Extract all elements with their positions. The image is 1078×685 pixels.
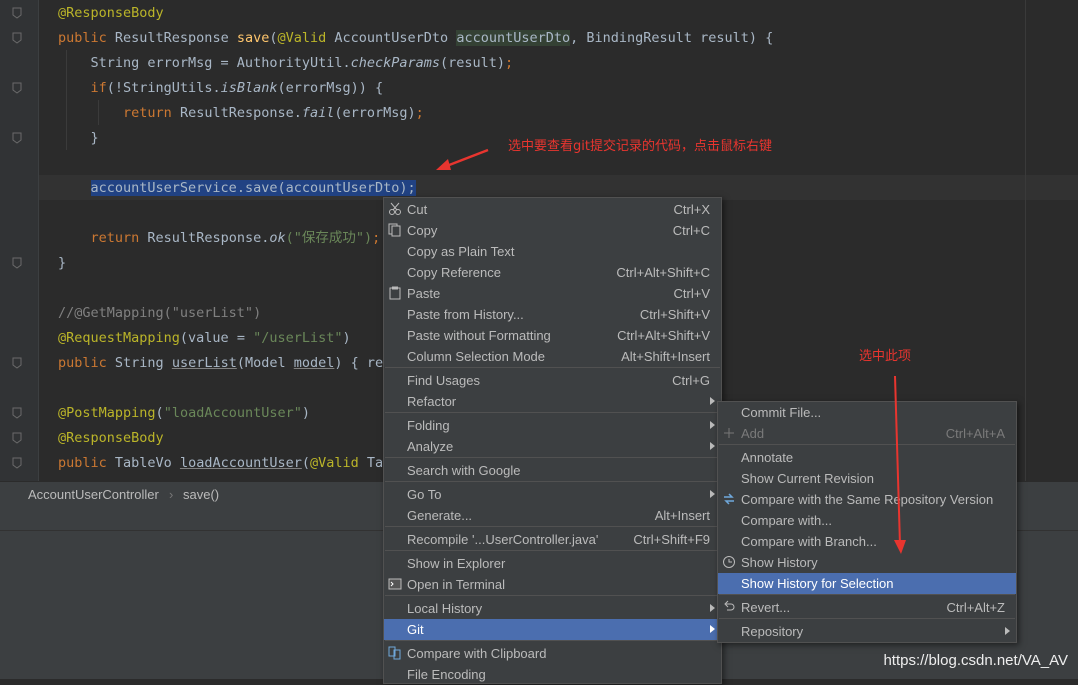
annotation-arrows <box>436 148 906 554</box>
annotation-select-item: 选中此项 <box>859 349 912 364</box>
arrow-to-selection <box>443 148 489 169</box>
arrow-to-menu-item <box>894 375 901 546</box>
watermark: https://blog.csdn.net/VA_AV <box>883 652 1068 669</box>
arrow-head <box>436 159 451 170</box>
arrow-head <box>894 540 906 554</box>
annotation-select-code: 选中要查看git提交记录的代码，点击鼠标右键 <box>508 139 772 154</box>
